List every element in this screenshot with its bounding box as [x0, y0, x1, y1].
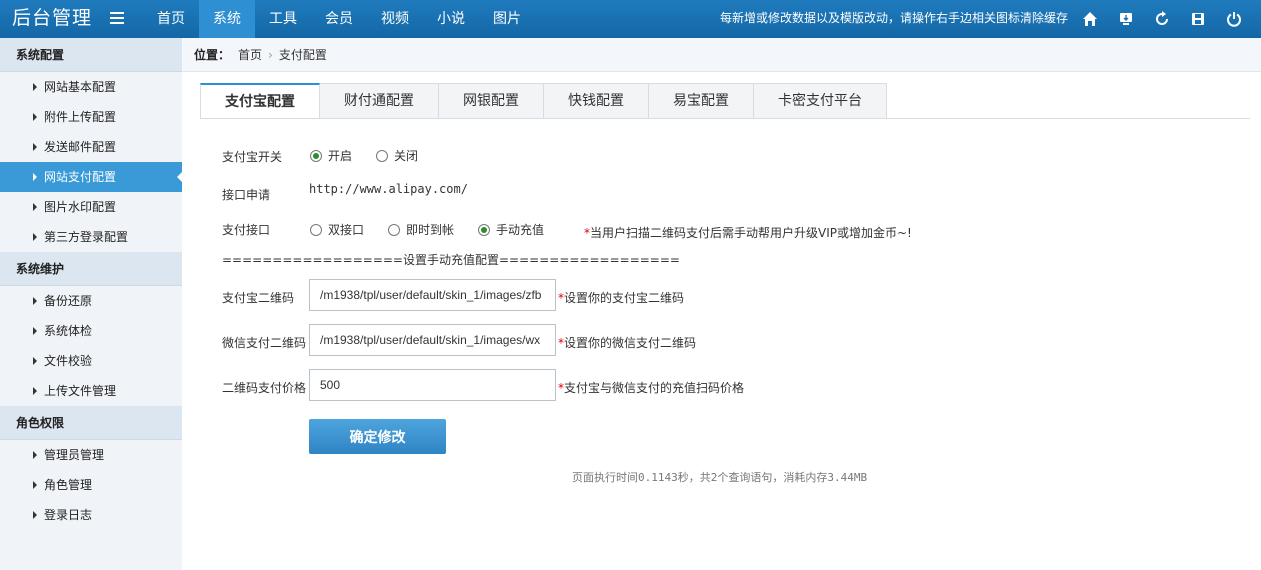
sidebar-group-title[interactable]: 系统维护 — [0, 252, 182, 286]
home-icon[interactable] — [1080, 9, 1100, 29]
breadcrumb-label: 位置： — [194, 48, 231, 62]
radio-manual-recharge[interactable]: 手动充值 — [478, 221, 544, 238]
radio-unchecked-icon[interactable] — [376, 149, 389, 162]
tab-99bill[interactable]: 快钱配置 — [544, 83, 649, 119]
apply-label: 接口申请 — [222, 188, 271, 202]
sidebar-item-site-basic[interactable]: 网站基本配置 — [0, 72, 182, 102]
sidebar-item-third-login[interactable]: 第三方登录配置 — [0, 222, 182, 252]
cache-notice: 每新增或修改数据以及模版改动，请操作右手边相关图标清除缓存 — [720, 11, 1069, 25]
sidebar-item-roles[interactable]: 角色管理 — [0, 470, 182, 500]
caret-right-icon — [33, 143, 37, 151]
sidebar-item-backup[interactable]: 备份还原 — [0, 286, 182, 316]
sidebar: 系统配置 网站基本配置 附件上传配置 发送邮件配置 网站支付配置 图片水印配置 … — [0, 38, 182, 570]
refresh-icon[interactable] — [1152, 9, 1172, 29]
caret-right-icon — [33, 203, 37, 211]
top-bar: 后台管理 首页 系统 工具 会员 视频 小说 图片 每新增或修改数据以及模版改动… — [0, 0, 1261, 38]
tab-alipay[interactable]: 支付宝配置 — [200, 83, 320, 119]
alipay-switch-radios: 开启 关闭 — [310, 147, 442, 164]
radio-switch-off[interactable]: 关闭 — [376, 147, 418, 164]
tab-bank[interactable]: 网银配置 — [439, 83, 544, 119]
interface-radios: 双接口 即时到帐 手动充值 — [310, 221, 568, 238]
save-icon[interactable] — [1188, 9, 1208, 29]
caret-right-icon — [33, 511, 37, 519]
radio-unchecked-icon[interactable] — [310, 223, 322, 236]
radio-dual-interface[interactable]: 双接口 — [310, 221, 364, 238]
nav-item-images[interactable]: 图片 — [479, 0, 535, 38]
sidebar-item-upload-files[interactable]: 上传文件管理 — [0, 376, 182, 406]
wechat-qr-input[interactable] — [309, 324, 556, 356]
wechat-qr-hint: *设置你的微信支付二维码 — [558, 336, 697, 350]
power-icon[interactable] — [1224, 9, 1244, 29]
qr-price-hint: *支付宝与微信支付的充值扫码价格 — [558, 381, 745, 395]
breadcrumb-home-link[interactable]: 首页 — [238, 48, 262, 62]
tab-card-platform[interactable]: 卡密支付平台 — [754, 83, 887, 119]
radio-checked-icon[interactable] — [310, 149, 322, 162]
page-stats: 页面执行时间0.1143秒，共2个查询语句，消耗内存3.44MB — [572, 471, 868, 484]
breadcrumb-current: 支付配置 — [278, 48, 327, 62]
nav-item-video[interactable]: 视频 — [367, 0, 423, 38]
sidebar-group-title[interactable]: 角色权限 — [0, 406, 182, 440]
interface-label: 支付接口 — [222, 223, 271, 237]
nav-item-members[interactable]: 会员 — [311, 0, 367, 38]
sidebar-item-health-check[interactable]: 系统体检 — [0, 316, 182, 346]
caret-right-icon — [33, 481, 37, 489]
caret-right-icon — [33, 327, 37, 335]
alipay-switch-label: 支付宝开关 — [222, 150, 283, 164]
download-icon[interactable] — [1116, 9, 1136, 29]
caret-right-icon — [33, 387, 37, 395]
caret-right-icon — [33, 233, 37, 241]
caret-right-icon — [33, 173, 37, 181]
sidebar-group-title[interactable]: 系统配置 — [0, 38, 182, 72]
alipay-qr-input[interactable] — [309, 279, 556, 311]
menu-toggle-icon[interactable] — [110, 12, 124, 24]
sidebar-item-email[interactable]: 发送邮件配置 — [0, 132, 182, 162]
caret-right-icon — [33, 451, 37, 459]
nav-item-home[interactable]: 首页 — [143, 0, 199, 38]
sidebar-item-watermark[interactable]: 图片水印配置 — [0, 192, 182, 222]
radio-unchecked-icon[interactable] — [388, 223, 401, 236]
breadcrumb: 位置： 首页 › 支付配置 — [182, 38, 1261, 72]
sidebar-item-login-log[interactable]: 登录日志 — [0, 500, 182, 530]
header-toolbar — [1080, 9, 1260, 29]
interface-hint: *当用户扫描二维码支付后需手动帮用户升级VIP或增加金币~! — [584, 226, 912, 240]
sidebar-item-upload[interactable]: 附件上传配置 — [0, 102, 182, 132]
breadcrumb-separator: › — [268, 48, 273, 62]
caret-right-icon — [33, 83, 37, 91]
tab-tenpay[interactable]: 财付通配置 — [320, 83, 439, 119]
tabs-divider — [200, 118, 1250, 119]
sidebar-item-payment[interactable]: 网站支付配置 — [0, 162, 182, 192]
radio-checked-icon[interactable] — [478, 223, 491, 236]
radio-instant-arrival[interactable]: 即时到帐 — [388, 221, 454, 238]
top-nav: 首页 系统 工具 会员 视频 小说 图片 — [143, 0, 535, 38]
qr-price-input[interactable] — [309, 369, 556, 401]
apply-url[interactable]: http://www.alipay.com/ — [309, 182, 468, 196]
sidebar-item-file-verify[interactable]: 文件校验 — [0, 346, 182, 376]
radio-switch-on[interactable]: 开启 — [310, 147, 352, 164]
nav-item-tools[interactable]: 工具 — [255, 0, 311, 38]
sidebar-item-admins[interactable]: 管理员管理 — [0, 440, 182, 470]
submit-button[interactable]: 确定修改 — [309, 419, 446, 454]
alipay-qr-hint: *设置你的支付宝二维码 — [558, 291, 685, 305]
payment-tabs: 支付宝配置 财付通配置 网银配置 快钱配置 易宝配置 卡密支付平台 — [200, 83, 887, 119]
nav-item-system[interactable]: 系统 — [199, 0, 255, 38]
caret-right-icon — [33, 113, 37, 121]
caret-right-icon — [33, 297, 37, 305]
qr-price-label: 二维码支付价格 — [222, 381, 307, 395]
alipay-qr-label: 支付宝二维码 — [222, 291, 295, 305]
nav-item-novel[interactable]: 小说 — [423, 0, 479, 38]
caret-right-icon — [33, 357, 37, 365]
manual-config-divider: ==================设置手动充值配置==============… — [222, 253, 680, 267]
wechat-qr-label: 微信支付二维码 — [222, 336, 307, 350]
app-logo: 后台管理 — [12, 7, 93, 29]
tab-yeepay[interactable]: 易宝配置 — [649, 83, 754, 119]
